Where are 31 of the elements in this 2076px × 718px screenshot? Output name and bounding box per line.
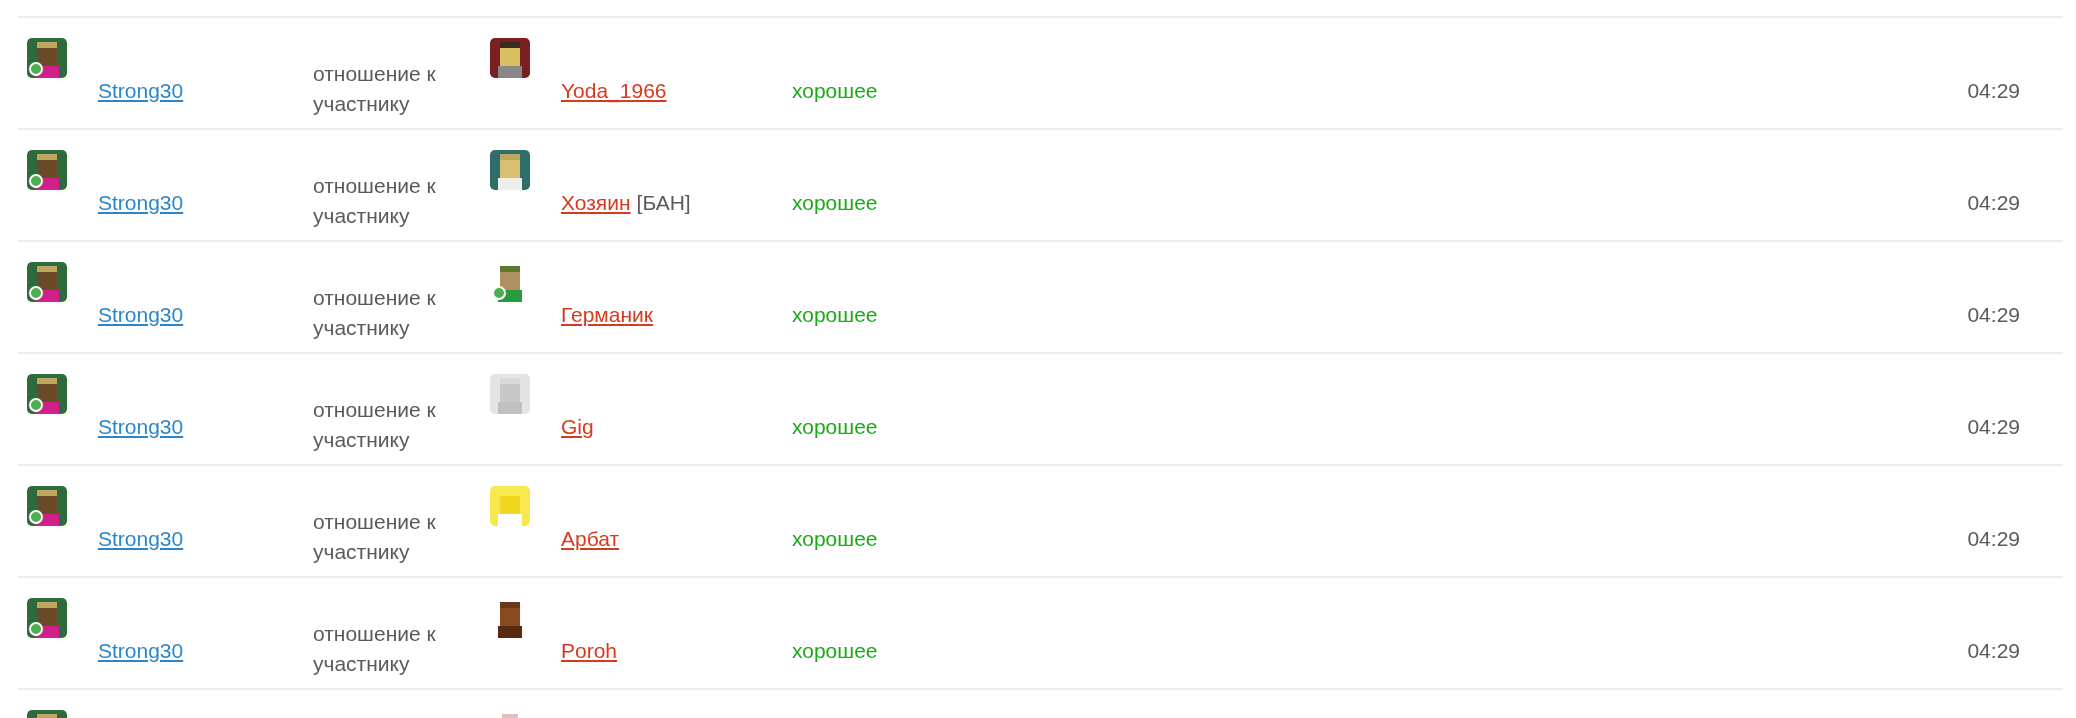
action-text: отношение к участнику [313, 173, 437, 229]
member-link[interactable]: Германик [561, 303, 653, 326]
action-text: отношение к участнику [313, 397, 437, 453]
time-text: 04:29 [1967, 526, 2020, 552]
rating-text: хорошее [792, 526, 879, 552]
time-text: 04:29 [1967, 190, 2020, 216]
author-link[interactable]: Strong30 [98, 525, 184, 553]
rating-text: хорошее [792, 302, 879, 328]
time-text: 04:29 [1967, 414, 2020, 440]
rating-text: хорошее [792, 78, 879, 104]
member-link[interactable]: Хозяин [561, 191, 631, 214]
author-link[interactable]: Strong30 [98, 413, 184, 441]
time-text: 04:29 [1967, 302, 2020, 328]
rating-text: хорошее [792, 638, 879, 664]
member-link[interactable]: Yoda_1966 [561, 79, 667, 102]
rating-text: хорошее [792, 414, 879, 440]
action-text: отношение к участнику [313, 285, 437, 341]
member-link[interactable]: Gig [561, 415, 594, 438]
time-text: 04:29 [1967, 78, 2020, 104]
action-text: отношение к участнику [313, 621, 437, 677]
author-link[interactable]: Strong30 [98, 301, 184, 329]
action-text: отношение к участнику [313, 61, 437, 117]
action-text: отношение к участнику [313, 509, 437, 565]
rating-text: хорошее [792, 190, 879, 216]
member-link[interactable]: Арбат [561, 527, 620, 550]
author-link[interactable]: Strong30 [98, 77, 184, 105]
member-link[interactable]: Poroh [561, 639, 618, 662]
ban-label: [БАН] [636, 191, 691, 214]
time-text: 04:29 [1967, 638, 2020, 664]
author-link[interactable]: Strong30 [98, 189, 184, 217]
author-link[interactable]: Strong30 [98, 637, 184, 665]
